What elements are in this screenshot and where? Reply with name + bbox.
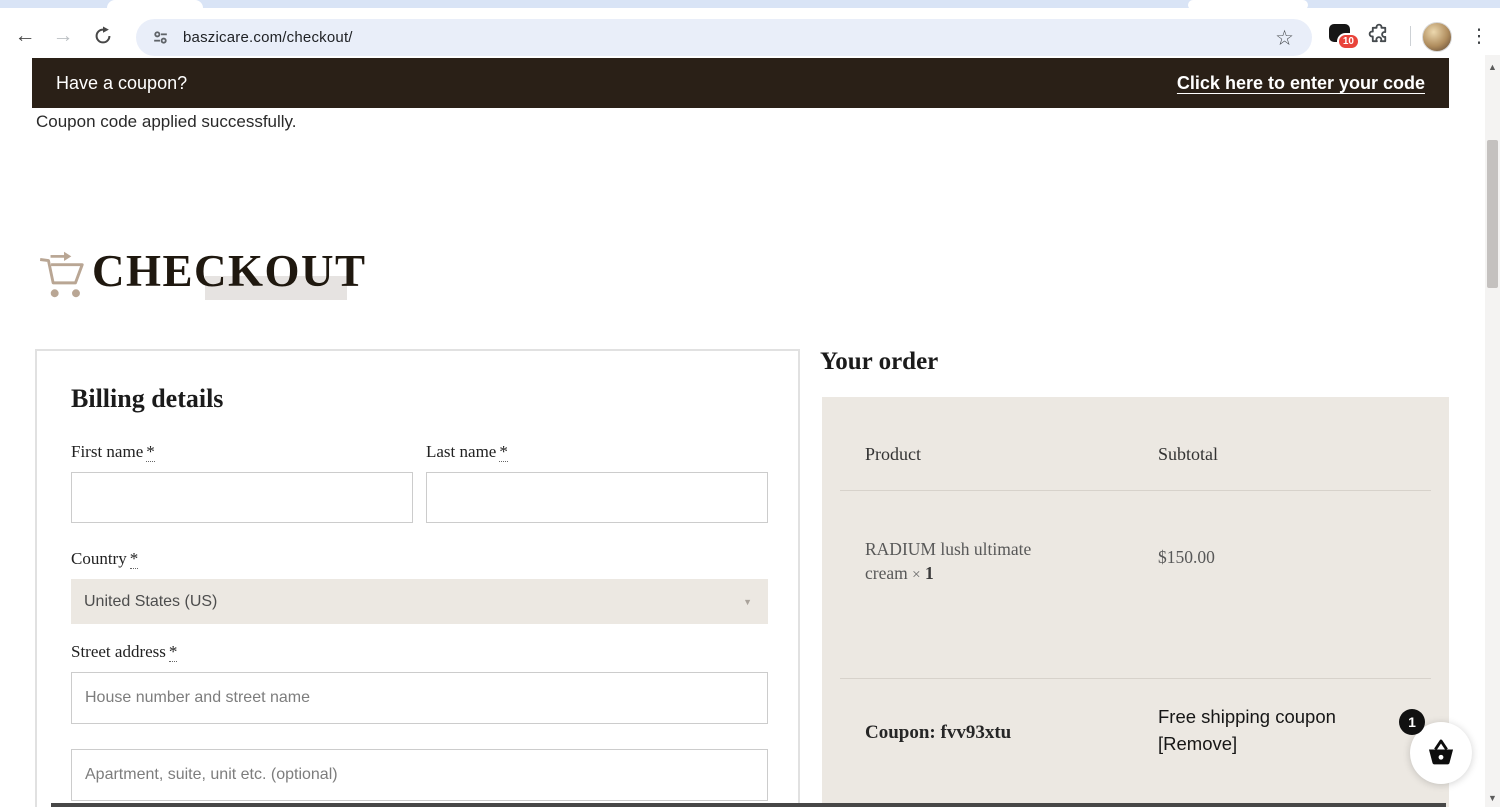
coupon-banner-text: Have a coupon? bbox=[56, 72, 188, 93]
page-title: CHECKOUT bbox=[92, 246, 367, 296]
street-address-input[interactable] bbox=[71, 672, 768, 724]
scroll-up-arrow[interactable]: ▲ bbox=[1485, 59, 1500, 74]
toolbar-divider bbox=[1410, 26, 1411, 46]
row-divider bbox=[840, 490, 1431, 491]
coupon-banner: Have a coupon? Click here to enter your … bbox=[32, 58, 1449, 108]
scroll-down-arrow[interactable]: ▼ bbox=[1485, 790, 1500, 805]
required-mark: * bbox=[129, 549, 139, 569]
enter-coupon-code-link[interactable]: Click here to enter your code bbox=[1177, 73, 1425, 94]
browser-menu-button[interactable]: ⋮ bbox=[1466, 22, 1492, 50]
required-mark: * bbox=[168, 642, 178, 662]
required-mark: * bbox=[499, 442, 508, 462]
order-title: Your order bbox=[820, 348, 939, 375]
country-selected-value: United States (US) bbox=[84, 592, 218, 610]
quantity-value: 1 bbox=[924, 563, 934, 583]
site-info-icon[interactable] bbox=[151, 29, 170, 46]
street-address-label: Street address * bbox=[71, 642, 178, 662]
reload-icon bbox=[95, 26, 111, 44]
last-name-input[interactable] bbox=[426, 472, 768, 523]
chevron-down-icon: ▼ bbox=[743, 596, 752, 607]
first-name-input[interactable] bbox=[71, 472, 413, 523]
browser-window: ← → baszicare.com/checkout/ ☆ 10 ⋮ Have … bbox=[0, 0, 1500, 807]
order-item-price: $150.00 bbox=[1158, 547, 1215, 567]
vertical-scrollbar[interactable]: ▲ ▼ bbox=[1485, 55, 1500, 807]
billing-details-panel: Billing details First name * Last name * C… bbox=[35, 349, 800, 807]
extensions-puzzle-icon[interactable] bbox=[1368, 23, 1391, 51]
page-heading: CHECKOUT bbox=[38, 246, 367, 300]
subtotal-column-header: Subtotal bbox=[1158, 444, 1219, 464]
billing-title: Billing details bbox=[71, 384, 224, 413]
first-name-label: First name * bbox=[71, 442, 155, 462]
order-item-name: RADIUM lush ultimate cream × 1 bbox=[865, 539, 1032, 583]
browser-toolbar: ← → baszicare.com/checkout/ ☆ 10 ⋮ bbox=[0, 8, 1500, 56]
extension-badge: 10 bbox=[1336, 33, 1360, 50]
back-button[interactable]: ← bbox=[10, 21, 40, 51]
next-section-edge bbox=[51, 803, 1446, 807]
tab-strip bbox=[0, 0, 1500, 10]
bookmark-star-icon[interactable]: ☆ bbox=[1275, 26, 1294, 51]
last-name-label: Last name * bbox=[426, 442, 508, 462]
required-mark: * bbox=[146, 442, 155, 462]
profile-avatar[interactable] bbox=[1422, 22, 1452, 52]
coupon-row-value: Free shipping coupon [Remove] bbox=[1158, 703, 1336, 757]
product-column-header: Product bbox=[865, 444, 921, 464]
cart-count-badge: 1 bbox=[1399, 709, 1425, 735]
reload-button[interactable] bbox=[88, 21, 118, 51]
forward-button[interactable]: → bbox=[48, 21, 78, 51]
scrollbar-thumb[interactable] bbox=[1487, 140, 1498, 288]
coupon-description: Free shipping coupon bbox=[1158, 706, 1336, 727]
row-divider bbox=[840, 678, 1431, 679]
quantity-times-sign: × bbox=[912, 567, 921, 583]
basket-icon bbox=[1428, 739, 1454, 765]
active-tab[interactable] bbox=[107, 0, 203, 8]
url-text: baszicare.com/checkout/ bbox=[183, 29, 353, 46]
cart-icon bbox=[39, 251, 84, 298]
apartment-input[interactable] bbox=[71, 749, 768, 801]
order-summary-panel: Product Subtotal RADIUM lush ultimate cr… bbox=[822, 397, 1449, 807]
extension-button[interactable]: 10 bbox=[1329, 24, 1360, 50]
country-label: Country * bbox=[71, 549, 139, 569]
remove-coupon-link[interactable]: [Remove] bbox=[1158, 733, 1237, 754]
coupon-applied-notice: Coupon code applied successfully. bbox=[36, 112, 297, 131]
coupon-row-label: Coupon: fvv93xtu bbox=[865, 722, 1012, 743]
country-select[interactable]: United States (US) ▼ bbox=[71, 579, 768, 624]
address-bar[interactable]: baszicare.com/checkout/ ☆ bbox=[136, 19, 1312, 56]
